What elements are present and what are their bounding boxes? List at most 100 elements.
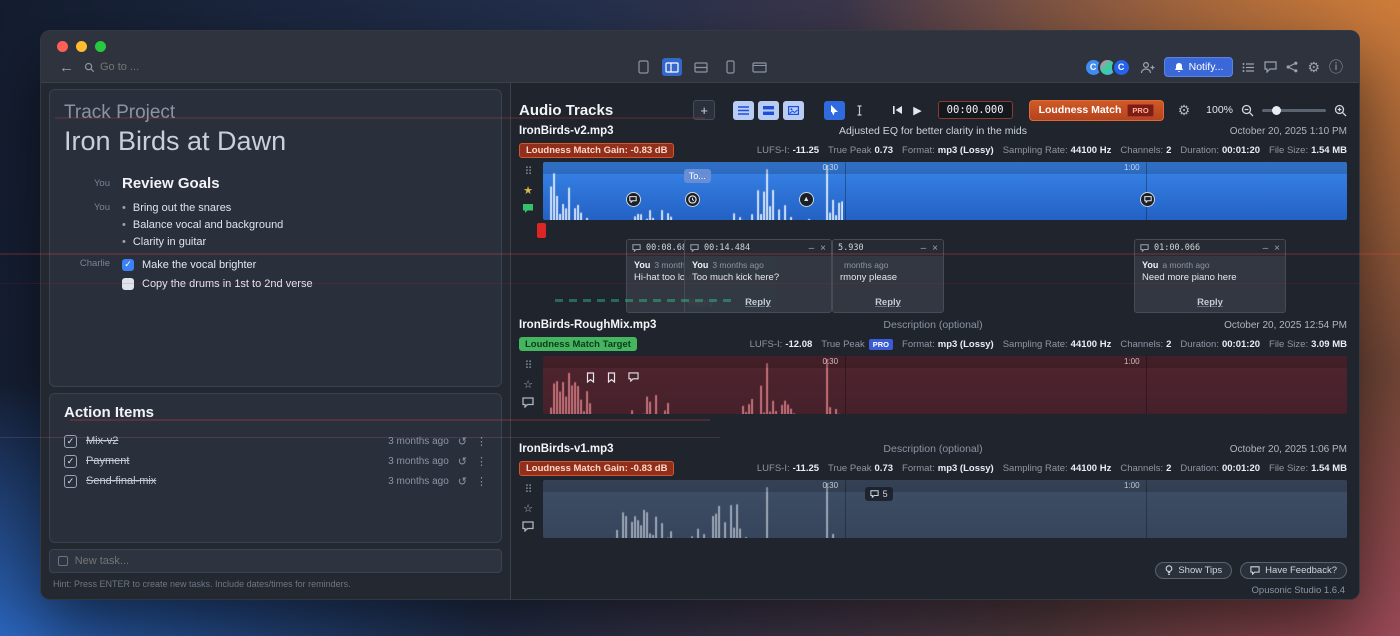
checkbox-checked-icon[interactable]: ✓ bbox=[122, 259, 134, 271]
review-task-checked[interactable]: ✓ Make the vocal brighter bbox=[122, 255, 487, 274]
minimize-button[interactable] bbox=[76, 41, 87, 52]
checkbox-empty-icon[interactable] bbox=[122, 278, 134, 290]
clock-marker-icon[interactable] bbox=[685, 192, 700, 207]
track-settings-gear-icon[interactable]: ⚙ bbox=[1178, 102, 1191, 119]
track-name[interactable]: IronBirds-v1.mp3 bbox=[519, 443, 763, 455]
comment-popup[interactable]: 5.930 –× months ago rmony please Reply bbox=[832, 239, 944, 313]
comments-icon[interactable] bbox=[1264, 61, 1277, 73]
close-icon[interactable]: × bbox=[820, 243, 826, 254]
show-tips-label: Show Tips bbox=[1178, 565, 1222, 576]
notify-button[interactable]: Notify... bbox=[1164, 57, 1234, 77]
minimize-icon[interactable]: – bbox=[1263, 243, 1269, 254]
close-button[interactable] bbox=[57, 41, 68, 52]
action-label: Mix-v2 bbox=[86, 435, 118, 447]
text-select-tool-icon[interactable] bbox=[849, 101, 870, 120]
add-collaborator-icon[interactable] bbox=[1140, 61, 1155, 74]
image-view-icon[interactable] bbox=[783, 101, 804, 120]
flag-marker-icon[interactable] bbox=[586, 372, 595, 383]
undo-icon[interactable]: ↺ bbox=[458, 475, 467, 488]
cursor-tool-icon[interactable] bbox=[824, 101, 845, 120]
track-ironbirds-roughmix: IronBirds-RoughMix.mp3 Description (opti… bbox=[519, 319, 1347, 414]
minimize-icon[interactable]: – bbox=[809, 243, 815, 254]
goto-search[interactable] bbox=[84, 61, 180, 73]
zoom-slider[interactable] bbox=[1262, 109, 1326, 112]
close-icon[interactable]: × bbox=[1274, 243, 1280, 254]
maximize-button[interactable] bbox=[95, 41, 106, 52]
track-description-placeholder[interactable]: Description (optional) bbox=[763, 319, 1104, 331]
tablet-view-icon[interactable] bbox=[633, 58, 653, 76]
track-description[interactable]: Adjusted EQ for better clarity in the mi… bbox=[763, 125, 1104, 137]
comment-marker-icon[interactable] bbox=[1140, 192, 1155, 207]
reply-link[interactable]: Reply bbox=[685, 297, 831, 312]
comment-marker-icon[interactable] bbox=[628, 372, 639, 382]
new-task-input[interactable] bbox=[75, 555, 493, 567]
desktop-view-icon[interactable] bbox=[749, 58, 769, 76]
flag-marker-icon[interactable] bbox=[607, 372, 616, 383]
queue-list-icon[interactable] bbox=[1242, 62, 1255, 73]
checkbox-checked-icon[interactable]: ✓ bbox=[64, 475, 77, 488]
star-icon[interactable]: ☆ bbox=[523, 378, 533, 391]
drag-handle-icon[interactable]: ⠿ bbox=[524, 359, 531, 372]
reply-link[interactable]: Reply bbox=[833, 297, 943, 312]
star-icon[interactable]: ★ bbox=[523, 184, 533, 197]
play-icon[interactable]: ▶ bbox=[913, 104, 921, 117]
playhead-marker[interactable] bbox=[537, 223, 546, 238]
rows-view-icon[interactable] bbox=[691, 58, 711, 76]
comment-count-badge[interactable]: 5 bbox=[865, 487, 893, 501]
zoom-slider-thumb[interactable] bbox=[1272, 106, 1281, 115]
new-task-inputbar[interactable] bbox=[49, 549, 502, 573]
comment-icon[interactable] bbox=[522, 521, 534, 532]
track-date: October 20, 2025 1:10 PM bbox=[1103, 126, 1347, 137]
track-description-placeholder[interactable]: Description (optional) bbox=[763, 443, 1104, 455]
more-options-icon[interactable]: ⋮ bbox=[476, 435, 487, 448]
undo-icon[interactable]: ↺ bbox=[458, 455, 467, 468]
list-view-icon[interactable] bbox=[733, 101, 754, 120]
review-task-unchecked[interactable]: Copy the drums in 1st to 2nd verse bbox=[122, 274, 487, 293]
feedback-button[interactable]: Have Feedback? bbox=[1240, 562, 1347, 579]
comment-icon[interactable] bbox=[522, 397, 534, 408]
comment-icon[interactable] bbox=[522, 203, 534, 214]
more-options-icon[interactable]: ⋮ bbox=[476, 455, 487, 468]
comment-popup[interactable]: 00:14.484 –× You3 months ago Too much ki… bbox=[684, 239, 832, 313]
phone-view-icon[interactable] bbox=[720, 58, 740, 76]
author-label: You bbox=[64, 175, 110, 189]
star-icon[interactable]: ☆ bbox=[523, 502, 533, 515]
zoom-in-icon[interactable] bbox=[1334, 104, 1347, 117]
reply-link[interactable]: Reply bbox=[1135, 297, 1285, 312]
action-item-row[interactable]: ✓ Send-final-mix 3 months ago ↺ ⋮ bbox=[64, 471, 487, 491]
waveform-ironbirds-v2[interactable]: 0:30 1:00 To... ▲ bbox=[543, 162, 1347, 220]
track-name[interactable]: IronBirds-RoughMix.mp3 bbox=[519, 319, 763, 331]
minimize-icon[interactable]: – bbox=[921, 243, 927, 254]
back-icon[interactable]: ← bbox=[59, 59, 74, 76]
more-options-icon[interactable]: ⋮ bbox=[476, 475, 487, 488]
comment-marker-icon[interactable] bbox=[626, 192, 641, 207]
action-item-row[interactable]: ✓ Mix-v2 3 months ago ↺ ⋮ bbox=[64, 431, 487, 451]
track-name[interactable]: IronBirds-v2.mp3 bbox=[519, 125, 763, 137]
action-items-heading: Action Items bbox=[64, 404, 487, 421]
task-hint: Hint: Press ENTER to create new tasks. I… bbox=[49, 579, 502, 589]
comment-text: rmony please bbox=[840, 272, 936, 283]
comment-popup[interactable]: 01:00.066 –× Youa month ago Need more pi… bbox=[1134, 239, 1286, 313]
waveform-ironbirds-roughmix[interactable]: 0:30 1:00 bbox=[543, 356, 1347, 414]
waveform-ironbirds-v1[interactable]: 0:30 1:00 5 bbox=[543, 480, 1347, 538]
info-icon[interactable]: ⓘ bbox=[1329, 57, 1343, 77]
loudness-match-button[interactable]: Loudness Match PRO bbox=[1029, 100, 1164, 121]
drag-handle-icon[interactable]: ⠿ bbox=[524, 483, 531, 496]
settings-gear-icon[interactable]: ⚙ bbox=[1307, 59, 1320, 76]
search-input[interactable] bbox=[100, 61, 180, 73]
checkbox-checked-icon[interactable]: ✓ bbox=[64, 435, 77, 448]
skip-back-icon[interactable] bbox=[892, 105, 903, 115]
avatar[interactable]: C bbox=[1112, 58, 1131, 77]
show-tips-button[interactable]: Show Tips bbox=[1155, 562, 1232, 579]
action-item-row[interactable]: ✓ Payment 3 months ago ↺ ⋮ bbox=[64, 451, 487, 471]
undo-icon[interactable]: ↺ bbox=[458, 435, 467, 448]
add-track-button[interactable]: + bbox=[693, 100, 715, 120]
close-icon[interactable]: × bbox=[932, 243, 938, 254]
split-view-icon[interactable] bbox=[662, 58, 682, 76]
warning-marker-icon[interactable]: ▲ bbox=[799, 192, 814, 207]
share-icon[interactable] bbox=[1286, 61, 1298, 73]
zoom-out-icon[interactable] bbox=[1241, 104, 1254, 117]
checkbox-checked-icon[interactable]: ✓ bbox=[64, 455, 77, 468]
drag-handle-icon[interactable]: ⠿ bbox=[524, 165, 531, 178]
rows-view-icon[interactable] bbox=[758, 101, 779, 120]
